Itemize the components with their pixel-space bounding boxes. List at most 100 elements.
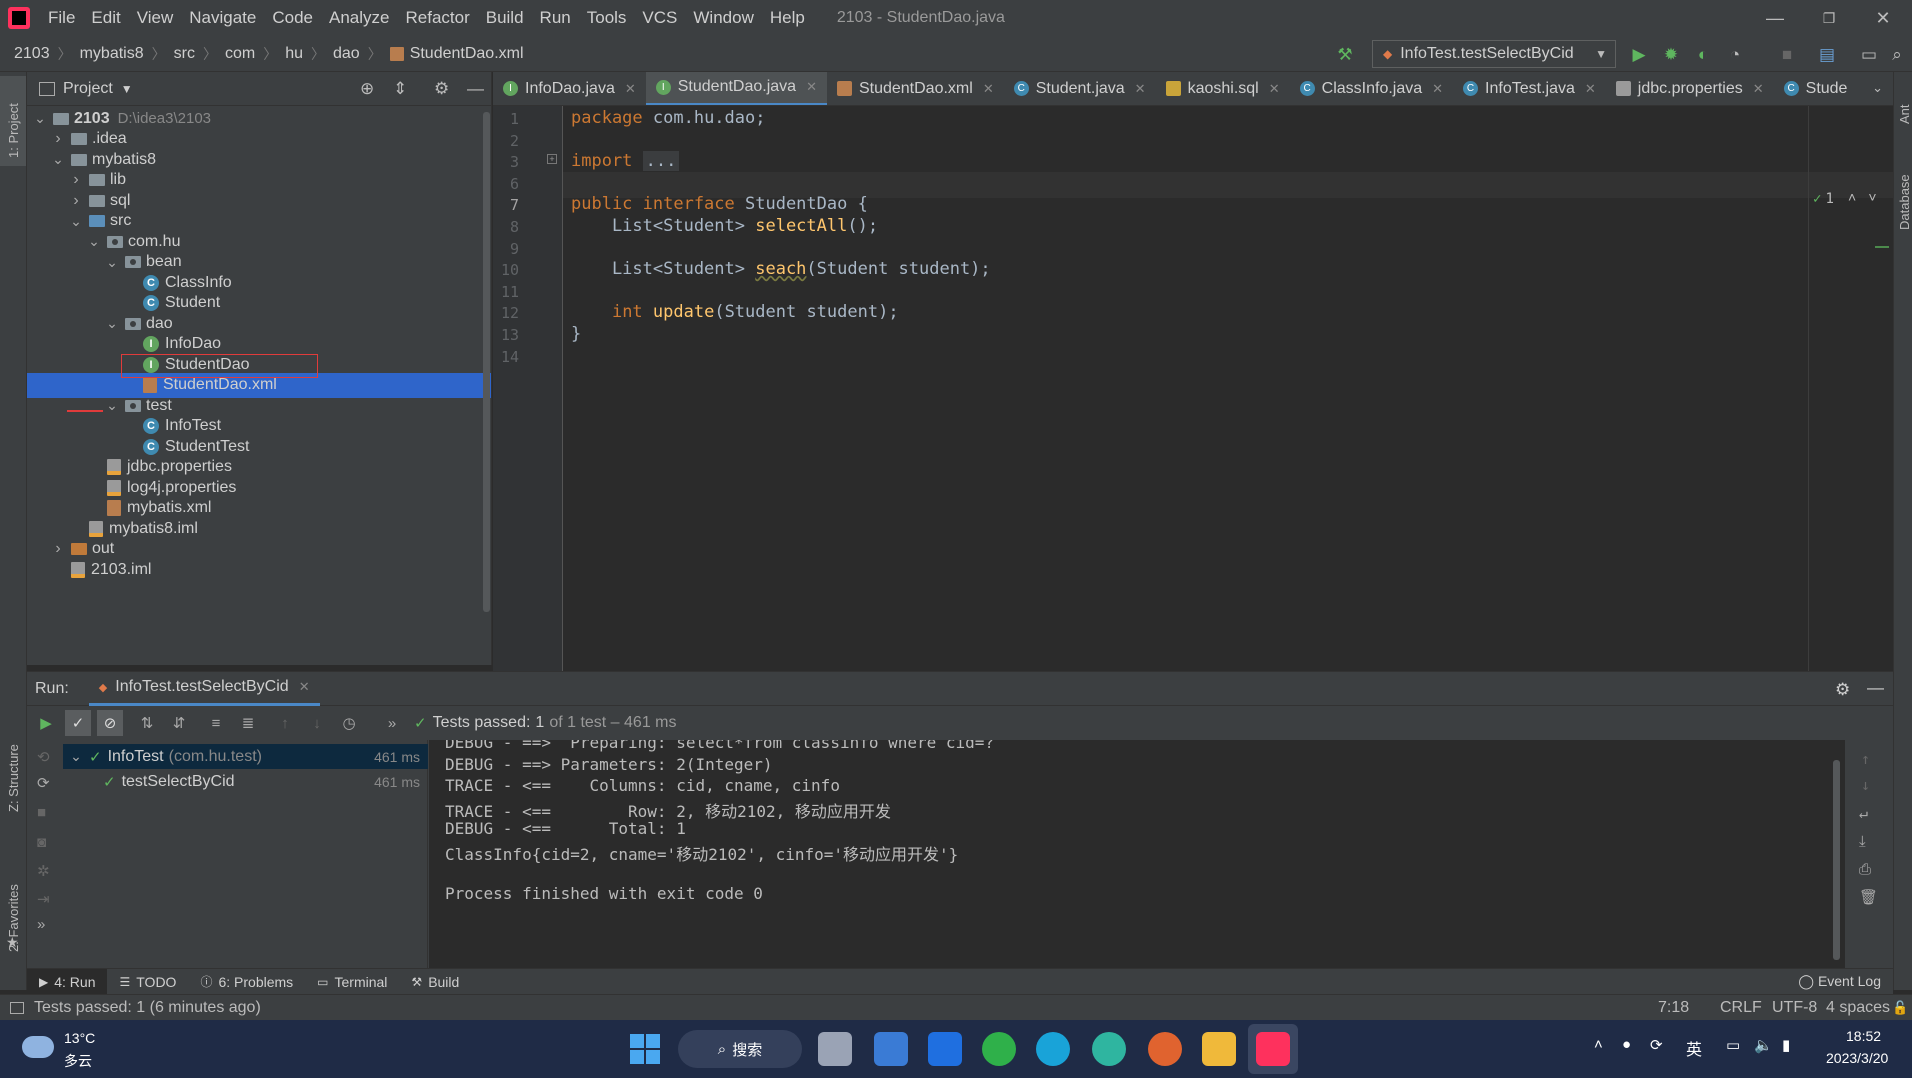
chevron-up-icon[interactable]: ˄ <box>1594 1036 1603 1053</box>
menu-tools[interactable]: Tools <box>579 8 635 28</box>
expand-all-icon[interactable]: ≡ <box>203 710 229 736</box>
cursor-position[interactable]: 7:18 <box>1658 999 1689 1017</box>
locate-file-icon[interactable]: ⊕ <box>360 79 374 99</box>
bottom-tab[interactable]: ☰ TODO <box>107 969 188 995</box>
test-result-row[interactable]: ✓ testSelectByCid 461 ms <box>63 769 428 794</box>
export-icon[interactable]: ⇥ <box>37 890 50 908</box>
tree-scrollbar[interactable] <box>483 112 490 612</box>
close-tab-icon[interactable]: ✕ <box>299 679 310 695</box>
clock-date[interactable]: 2023/3/20 <box>1826 1050 1888 1066</box>
run-tab[interactable]: ◆ InfoTest.testSelectByCid ✕ <box>88 672 320 706</box>
chevron-down-icon[interactable]: ˅ <box>1868 190 1876 207</box>
debug-icon[interactable]: ✹ <box>1660 44 1682 66</box>
console-output[interactable]: DEBUG - ==> Preparing: select*from class… <box>429 740 1893 969</box>
ime-indicator[interactable]: 英 <box>1686 1036 1702 1060</box>
close-tab-icon[interactable]: ✕ <box>1585 81 1596 97</box>
p-app-icon[interactable] <box>928 1032 962 1066</box>
more-icon[interactable]: » <box>37 916 45 933</box>
editor-tab[interactable]: C ClassInfo.java ✕ <box>1290 72 1453 105</box>
hide-panel-icon[interactable]: — <box>467 79 484 99</box>
chevron-right-icon[interactable]: › <box>51 130 65 148</box>
edge-icon[interactable] <box>1036 1032 1070 1066</box>
breadcrumb-item[interactable]: hu <box>285 45 303 63</box>
bottom-tab[interactable]: ▭ Terminal <box>305 969 399 995</box>
code-editor[interactable]: package com.hu.dao; import ... public inte… <box>563 106 1893 671</box>
editor-tab[interactable]: I InfoDao.java ✕ <box>493 72 646 105</box>
close-tab-icon[interactable]: ✕ <box>1753 81 1764 97</box>
close-tab-icon[interactable]: ✕ <box>806 79 817 95</box>
editor-tab[interactable]: C Student.java ✕ <box>1004 72 1156 105</box>
chevron-down-icon[interactable]: ⌄ <box>69 748 83 765</box>
line-separator[interactable]: CRLF <box>1720 999 1762 1017</box>
editor-tab[interactable]: C InfoTest.java ✕ <box>1453 72 1606 105</box>
console-scrollbar[interactable] <box>1833 760 1840 960</box>
menu-build[interactable]: Build <box>478 8 532 28</box>
chevron-up-icon[interactable]: ˄ <box>1848 190 1856 207</box>
project-tool-tab[interactable]: 1: Project <box>6 103 21 158</box>
bottom-tab[interactable]: ▶ 4: Run <box>27 968 108 995</box>
more-icon[interactable]: » <box>379 710 405 736</box>
close-button[interactable]: ✕ <box>1856 0 1910 36</box>
fold-icon[interactable]: + <box>547 154 557 164</box>
clock-time[interactable]: 18:52 <box>1846 1028 1881 1044</box>
stop-icon[interactable]: ■ <box>37 804 46 821</box>
database-tool-tab[interactable]: Database <box>1897 174 1912 230</box>
editor-tab[interactable]: jdbc.properties ✕ <box>1606 72 1774 105</box>
network-icon[interactable]: ▭ <box>1726 1036 1740 1054</box>
chevron-down-icon[interactable]: ⌄ <box>105 397 119 414</box>
wechat-icon[interactable] <box>982 1032 1016 1066</box>
task-manager-icon[interactable] <box>874 1032 908 1066</box>
close-tab-icon[interactable]: ✕ <box>983 81 994 97</box>
rerun-icon[interactable]: ▶ <box>33 710 59 736</box>
breadcrumb-item[interactable]: dao <box>333 45 360 63</box>
collapse-all-icon[interactable]: ⇕ <box>393 79 407 99</box>
editor-tab[interactable]: I StudentDao.java ✕ <box>645 72 827 105</box>
chevron-down-icon[interactable]: ⌄ <box>33 110 47 127</box>
menu-analyze[interactable]: Analyze <box>321 8 397 28</box>
taskbar-search[interactable]: ⌕ 搜索 <box>678 1030 802 1068</box>
task-view-icon[interactable] <box>818 1032 852 1066</box>
menu-code[interactable]: Code <box>264 8 321 28</box>
qq-icon[interactable]: ● <box>1622 1036 1631 1053</box>
breadcrumb-item[interactable]: StudentDao.xml <box>410 45 524 63</box>
chevron-right-icon[interactable]: › <box>51 540 65 558</box>
menu-refactor[interactable]: Refactor <box>397 8 477 28</box>
menu-help[interactable]: Help <box>762 8 813 28</box>
show-ignored-icon[interactable]: ⊘ <box>97 710 123 736</box>
next-failed-icon[interactable]: ↓ <box>304 710 330 736</box>
bottom-tab[interactable]: ⓘ 6: Problems <box>188 969 305 995</box>
minimize-button[interactable]: — <box>1748 0 1802 36</box>
sort-alpha-icon[interactable]: ⇅ <box>134 710 160 736</box>
sort-duration-icon[interactable]: ⇵ <box>166 710 192 736</box>
editor-tab[interactable]: StudentDao.xml ✕ <box>827 72 1004 105</box>
toggle-tool-windows-icon[interactable] <box>10 1001 24 1014</box>
chevron-down-icon[interactable]: ▼ <box>121 82 133 96</box>
profile-icon[interactable]: ◔ <box>1724 44 1746 66</box>
folded-imports[interactable]: ... <box>642 151 680 172</box>
close-tab-icon[interactable]: ✕ <box>625 81 636 97</box>
intellij-taskbar-icon[interactable] <box>1256 1032 1290 1066</box>
prev-failed-icon[interactable]: ↑ <box>272 710 298 736</box>
trash-icon[interactable]: 🗑 <box>1859 888 1878 906</box>
show-passed-icon[interactable]: ✓ <box>65 710 91 736</box>
soft-wrap-icon[interactable]: ↵ <box>1859 804 1868 822</box>
close-tab-icon[interactable]: ✕ <box>1135 81 1146 97</box>
structure-tool-tab[interactable]: Z: Structure <box>6 744 21 812</box>
chevron-right-icon[interactable]: › <box>69 171 83 189</box>
file-encoding[interactable]: UTF-8 <box>1772 999 1817 1017</box>
status-message[interactable]: Tests passed: 1 (6 minutes ago) <box>34 999 261 1017</box>
breadcrumb-item[interactable]: com <box>225 45 255 63</box>
chevron-down-icon[interactable]: ⌄ <box>87 233 101 250</box>
run-configuration-select[interactable]: ◆ InfoTest.testSelectByCid ▼ <box>1372 40 1616 68</box>
battery-icon[interactable]: ▮ <box>1782 1036 1790 1054</box>
camera-icon[interactable]: ◙ <box>37 834 46 851</box>
ant-tool-tab[interactable]: Ant <box>1897 104 1912 124</box>
test-result-row[interactable]: ⌄ ✓ InfoTest (com.hu.test) 461 ms <box>63 744 428 769</box>
tree-item[interactable]: 2103.iml <box>27 557 491 582</box>
windows-start-icon[interactable] <box>630 1034 660 1064</box>
rerun-failed-icon[interactable]: ⟳ <box>37 774 50 792</box>
gear-icon[interactable]: ⚙ <box>1835 680 1850 700</box>
scroll-to-end-icon[interactable]: ⤓ <box>1859 832 1866 850</box>
restore-button[interactable]: ❐ <box>1802 0 1856 36</box>
weather-temperature[interactable]: 13°C <box>64 1030 95 1046</box>
